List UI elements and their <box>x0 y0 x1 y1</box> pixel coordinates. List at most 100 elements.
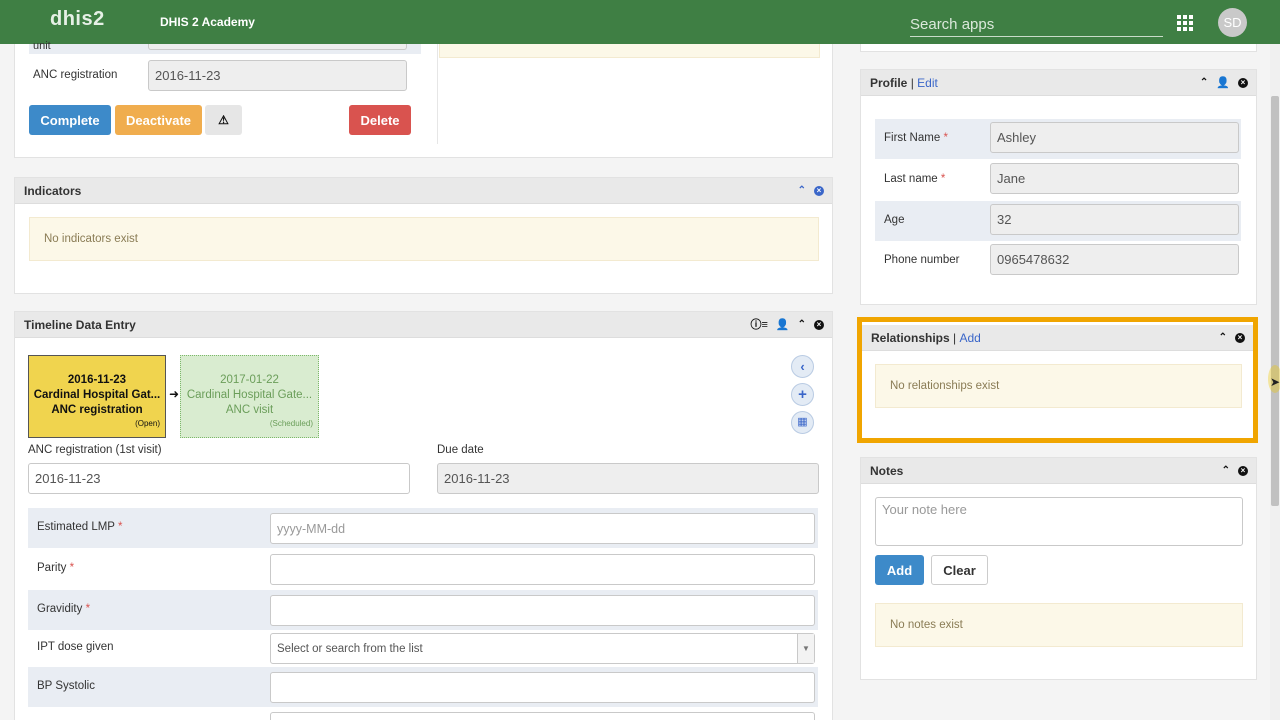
collapse-chevron-icon[interactable]: ⌃ <box>1219 325 1227 351</box>
form-row-estimated-lmp: Estimated LMP * yyyy-MM-dd <box>28 508 818 548</box>
clear-note-button[interactable]: Clear <box>931 555 988 585</box>
age-field[interactable]: 32 <box>990 204 1239 235</box>
event-date: 2017-01-22 <box>220 374 279 386</box>
select-placeholder: Select or search from the list <box>277 642 423 655</box>
close-icon[interactable]: × <box>1235 333 1245 343</box>
event-status: (Scheduled) <box>269 419 313 428</box>
required-marker: * <box>117 521 123 533</box>
form-row-ipt-dose: IPT dose given Select or search from the… <box>28 628 818 668</box>
event-org: Cardinal Hospital Gat... <box>33 389 161 401</box>
due-date-field[interactable]: 2016-11-23 <box>437 463 819 494</box>
field-label: Phone number <box>884 254 960 266</box>
complete-button[interactable]: Complete <box>29 105 111 135</box>
warning-icon: ⚠ <box>218 113 229 127</box>
org-unit-label: unit <box>33 40 51 52</box>
profile-title: Profile <box>870 76 908 90</box>
relationships-add-link[interactable]: Add <box>960 331 981 345</box>
anc-registration-label: ANC registration <box>33 69 118 81</box>
no-relationships-message: No relationships exist <box>875 364 1242 408</box>
required-marker: * <box>69 562 75 574</box>
event-card-scheduled[interactable]: 2017-01-22 Cardinal Hospital Gate... ANC… <box>180 355 319 438</box>
indicators-panel: Indicators ⌃ × No indicators exist <box>14 177 833 294</box>
field-label: Parity <box>37 562 67 574</box>
last-name-field[interactable]: Jane <box>990 163 1239 194</box>
field-label: Last name <box>884 173 938 185</box>
close-icon[interactable]: × <box>814 320 824 330</box>
dhis2-logo[interactable]: dhis2 <box>50 8 105 31</box>
event-org: Cardinal Hospital Gate... <box>186 389 313 401</box>
institution-name: DHIS 2 Academy <box>160 15 255 29</box>
add-note-button[interactable]: Add <box>875 555 924 585</box>
search-apps-input[interactable] <box>910 12 1163 37</box>
anc-registration-date-field[interactable]: 2016-11-23 <box>148 60 407 91</box>
required-marker: * <box>940 173 946 185</box>
apps-grid-icon[interactable] <box>1177 15 1193 31</box>
timeline-title: Timeline Data Entry <box>24 318 136 332</box>
arrow-icon: ➜ <box>169 387 180 401</box>
profile-header: Profile | Edit ⌃ 👤 × <box>861 70 1256 96</box>
required-marker: * <box>85 603 91 615</box>
field-label: IPT dose given <box>37 641 114 653</box>
add-event-plus-icon[interactable]: + <box>791 383 814 406</box>
field-label: First Name <box>884 132 941 144</box>
top-right-panel-remnant <box>860 44 1257 52</box>
form-row-bp-systolic: BP Systolic <box>28 667 818 707</box>
estimated-lmp-input[interactable]: yyyy-MM-dd <box>270 513 815 544</box>
profile-row-phone: Phone number 0965478632 <box>875 241 1241 281</box>
user-avatar[interactable]: SD <box>1218 8 1247 37</box>
collapse-chevron-icon[interactable]: ⌃ <box>798 312 806 338</box>
delete-button[interactable]: Delete <box>349 105 411 135</box>
close-icon[interactable]: × <box>814 186 824 196</box>
timeline-header: Timeline Data Entry ⓘ≡ 👤 ⌃ × <box>15 312 832 338</box>
deactivate-button[interactable]: Deactivate <box>115 105 202 135</box>
field-label: BP Systolic <box>37 680 95 692</box>
no-notes-message: No notes exist <box>875 603 1243 647</box>
profile-edit-link[interactable]: Edit <box>917 76 938 90</box>
relationships-panel: Relationships | Add ⌃ × No relationships… <box>857 317 1258 443</box>
parity-input[interactable] <box>270 554 815 585</box>
collapse-chevron-icon[interactable]: ⌃ <box>1222 458 1230 484</box>
dropdown-caret-icon[interactable]: ▼ <box>797 634 814 663</box>
title-separator: | <box>910 76 914 90</box>
first-name-field[interactable]: Ashley <box>990 122 1239 153</box>
due-date-label: Due date <box>437 444 484 456</box>
next-field-input[interactable] <box>270 712 815 720</box>
field-label: Gravidity <box>37 603 83 615</box>
phone-number-field[interactable]: 0965478632 <box>990 244 1239 275</box>
event-date-field[interactable]: 2016-11-23 <box>28 463 410 494</box>
collapse-chevron-icon[interactable]: ⌃ <box>1200 70 1208 96</box>
required-marker: * <box>943 132 948 144</box>
close-icon[interactable]: × <box>1238 78 1248 88</box>
info-icon[interactable]: ⓘ≡ <box>750 312 767 338</box>
bp-systolic-input[interactable] <box>270 672 815 703</box>
profile-row-age: Age 32 <box>875 201 1241 241</box>
event-status: (Open) <box>135 419 160 428</box>
person-icon[interactable]: 👤 <box>776 312 790 338</box>
indicators-title: Indicators <box>24 184 82 198</box>
warning-button[interactable]: ⚠ <box>205 105 242 135</box>
title-separator: | <box>953 331 957 345</box>
relationships-title: Relationships <box>871 331 950 345</box>
notes-header: Notes ⌃ × <box>861 458 1256 484</box>
close-icon[interactable]: × <box>1238 466 1248 476</box>
note-textarea[interactable]: Your note here <box>875 497 1243 546</box>
top-header-bar: dhis2 DHIS 2 Academy SD <box>0 0 1280 44</box>
event-date: 2016-11-23 <box>67 374 127 386</box>
event-date-label: ANC registration (1st visit) <box>28 444 162 456</box>
gravidity-input[interactable] <box>270 595 815 626</box>
ipt-dose-select[interactable]: Select or search from the list ▼ <box>270 633 815 664</box>
profile-row-last-name: Last name * Jane <box>875 160 1241 200</box>
field-label: Age <box>884 214 905 226</box>
form-row-gravidity: Gravidity * <box>28 590 818 630</box>
scrollbar-thumb[interactable] <box>1271 96 1279 506</box>
collapse-chevron-icon[interactable]: ⌃ <box>798 178 806 204</box>
enrollment-panel: unit ANC registration 2016-11-23 Complet… <box>14 40 833 158</box>
form-row-parity: Parity * <box>28 549 818 589</box>
schedule-calendar-icon[interactable]: ▦ <box>791 411 814 434</box>
profile-row-first-name: First Name * Ashley <box>875 119 1241 159</box>
back-chevron-icon[interactable]: ‹ <box>791 355 814 378</box>
event-stage: ANC registration <box>51 404 143 416</box>
person-icon[interactable]: 👤 <box>1216 70 1230 96</box>
no-indicators-message: No indicators exist <box>29 217 819 261</box>
event-card-active[interactable]: 2016-11-23 Cardinal Hospital Gat... ANC … <box>28 355 166 438</box>
